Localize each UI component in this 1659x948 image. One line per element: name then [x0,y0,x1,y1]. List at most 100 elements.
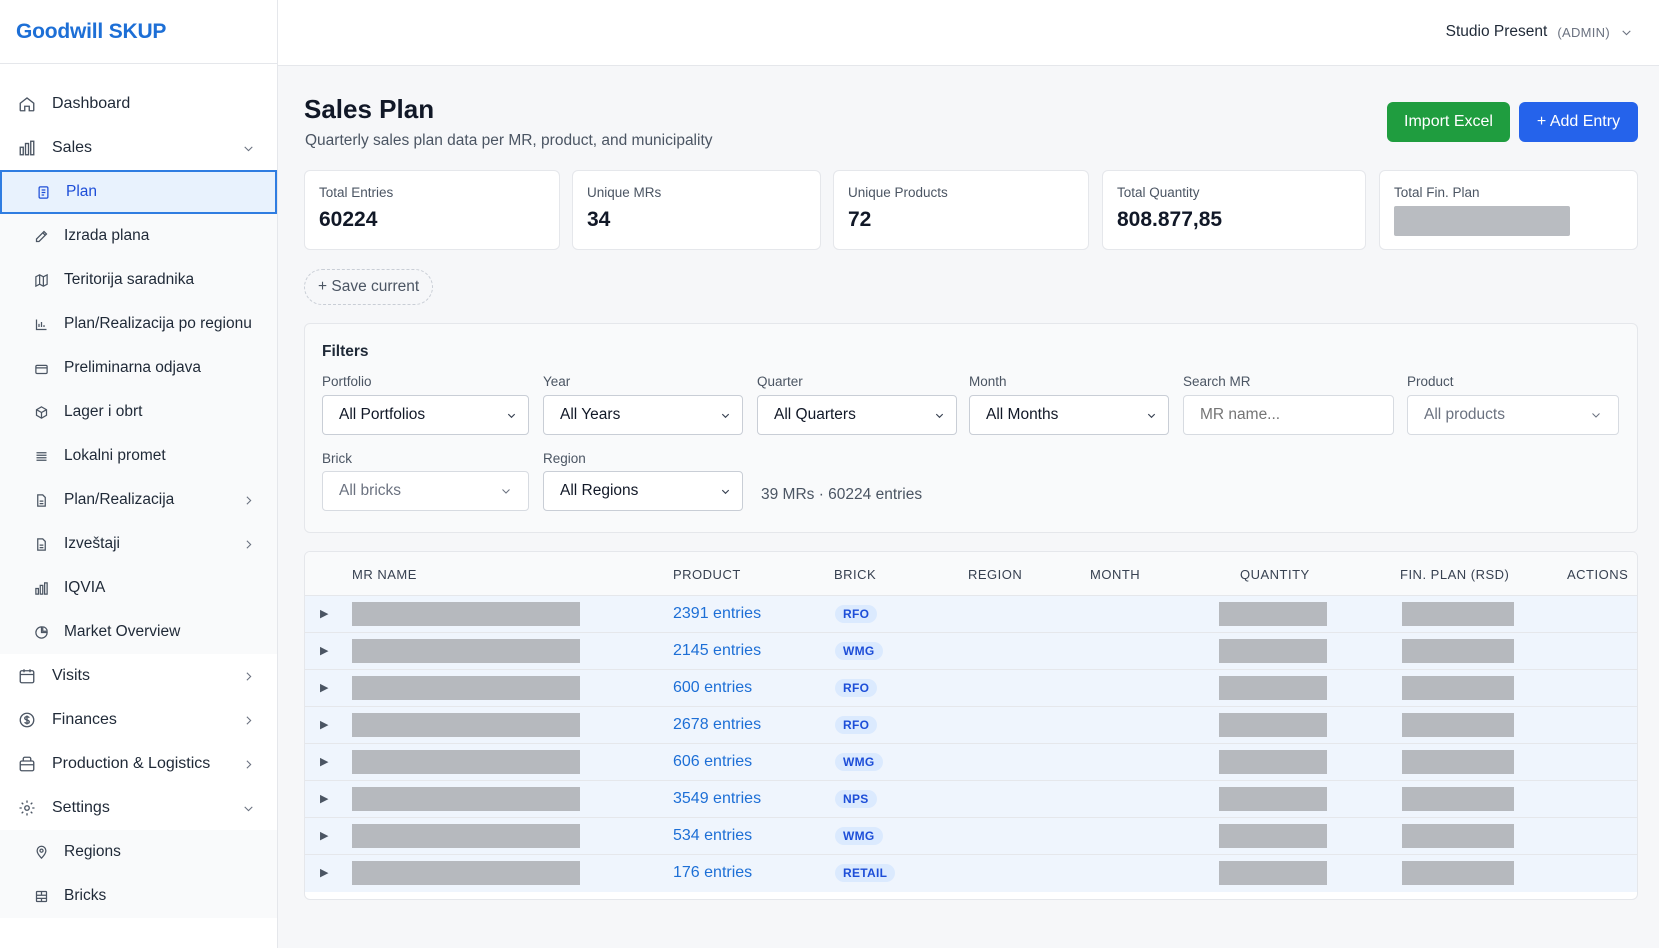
column-header-brick[interactable]: BRICK [834,567,876,582]
redacted-fin-plan [1402,676,1514,700]
sidebar-item-plan[interactable]: Plan [0,170,277,214]
sidebar-item-market-overview[interactable]: Market Overview [0,610,277,654]
table-row[interactable]: ▶ 176 entries RETAIL [305,855,1637,892]
chevron-right-icon [241,713,255,727]
expand-arrow-icon[interactable]: ▶ [320,792,328,805]
sidebar-item-plan-realizacija[interactable]: Plan/Realizacija [0,478,277,522]
table-row[interactable]: ▶ 2145 entries WMG [305,633,1637,670]
sidebar-item-regions[interactable]: Regions [0,830,277,874]
portfolio-select[interactable]: All Portfolios [322,395,529,435]
redacted-fin-plan [1402,602,1514,626]
stat-card-total-fin-plan: Total Fin. Plan [1379,170,1638,250]
table-row[interactable]: ▶ 600 entries RFO [305,670,1637,707]
sidebar-item-teritorija-saradnika[interactable]: Teritorija saradnika [0,258,277,302]
top-bar: Studio Present (ADMIN) [278,0,1659,66]
column-header-product[interactable]: PRODUCT [673,567,741,582]
sidebar-item-sales[interactable]: Sales [0,126,277,170]
sidebar-item-label: Plan/Realizacija [64,491,175,508]
product-entries-link[interactable]: 176 entries [673,864,752,882]
expand-arrow-icon[interactable]: ▶ [320,829,328,842]
sidebar-item-preliminarna-odjava[interactable]: Preliminarna odjava [0,346,277,390]
product-value: All products [1424,406,1505,423]
column-header-fin-plan[interactable]: FIN. PLAN (RSD) [1400,567,1509,582]
sidebar-item-label: Lokalni promet [64,447,166,464]
stat-value: 808.877,85 [1117,208,1223,231]
expand-arrow-icon[interactable]: ▶ [320,866,328,879]
main-content: Sales Plan Quarterly sales plan data per… [278,66,1659,948]
expand-arrow-icon[interactable]: ▶ [320,718,328,731]
product-entries-link[interactable]: 534 entries [673,827,752,845]
month-value: All Months [986,406,1059,423]
sidebar: Goodwill SKUP Dashboard Sales Plan Izrad… [0,0,278,948]
month-label: Month [969,374,1007,389]
bar-chart-icon [32,579,50,597]
brick-badge: RFO [835,679,878,697]
column-header-quantity[interactable]: QUANTITY [1240,567,1310,582]
redacted-fin-plan [1402,750,1514,774]
sidebar-item-dashboard[interactable]: Dashboard [0,82,277,126]
year-label: Year [543,374,571,389]
column-header-mr-name[interactable]: MR NAME [352,567,417,582]
stat-label: Total Quantity [1117,185,1200,200]
sidebar-item-label: Finances [52,711,117,728]
product-entries-link[interactable]: 2145 entries [673,642,761,660]
table-row[interactable]: ▶ 2678 entries RFO [305,707,1637,744]
expand-arrow-icon[interactable]: ▶ [320,644,328,657]
redacted-value [1394,206,1570,236]
expand-arrow-icon[interactable]: ▶ [320,681,328,694]
region-select[interactable]: All Regions [543,471,743,511]
import-excel-button[interactable]: Import Excel [1387,102,1510,142]
region-label: Region [543,451,586,466]
sidebar-item-lokalni-promet[interactable]: Lokalni promet [0,434,277,478]
column-header-month[interactable]: MONTH [1090,567,1140,582]
sidebar-item-settings[interactable]: Settings [0,786,277,830]
product-entries-link[interactable]: 2391 entries [673,605,761,623]
brick-select[interactable]: All bricks [322,471,529,511]
product-entries-link[interactable]: 606 entries [673,753,752,771]
product-entries-link[interactable]: 600 entries [673,679,752,697]
brick-label: Brick [322,451,352,466]
table-row[interactable]: ▶ 534 entries WMG [305,818,1637,855]
table-row[interactable]: ▶ 2391 entries RFO [305,596,1637,633]
year-select[interactable]: All Years [543,395,743,435]
chevron-down-icon [720,409,732,421]
user-menu[interactable]: Studio Present (ADMIN) [1446,0,1633,64]
sidebar-item-izvestaji[interactable]: Izveštaji [0,522,277,566]
search-mr-input[interactable] [1183,395,1394,435]
product-entries-link[interactable]: 2678 entries [673,716,761,734]
month-select[interactable]: All Months [969,395,1169,435]
product-entries-link[interactable]: 3549 entries [673,790,761,808]
sales-plan-table: MR NAME PRODUCT BRICK REGION MONTH QUANT… [304,551,1638,900]
chevron-down-icon [506,409,518,421]
save-current-button[interactable]: + Save current [304,269,434,305]
stat-value: 60224 [319,208,378,231]
table-row[interactable]: ▶ 606 entries WMG [305,744,1637,781]
redacted-quantity [1219,713,1327,737]
product-select[interactable]: All products [1407,395,1619,435]
sidebar-item-izrada-plana[interactable]: Izrada plana [0,214,277,258]
table-row[interactable]: ▶ 3549 entries NPS [305,781,1637,818]
sidebar-item-lager-i-obrt[interactable]: Lager i obrt [0,390,277,434]
brick-badge: WMG [835,827,883,845]
sidebar-item-visits[interactable]: Visits [0,654,277,698]
chevron-down-icon [720,485,732,497]
sidebar-item-bricks[interactable]: Bricks [0,874,277,918]
redacted-fin-plan [1402,787,1514,811]
product-label: Product [1407,374,1454,389]
expand-arrow-icon[interactable]: ▶ [320,607,328,620]
page-subtitle: Quarterly sales plan data per MR, produc… [305,132,713,149]
chevron-right-icon [241,669,255,683]
sidebar-item-label: IQVIA [64,579,106,596]
expand-arrow-icon[interactable]: ▶ [320,755,328,768]
sidebar-item-production-logistics[interactable]: Production & Logistics [0,742,277,786]
quarter-select[interactable]: All Quarters [757,395,957,435]
column-header-region[interactable]: REGION [968,567,1022,582]
box-icon [32,359,50,377]
add-entry-button[interactable]: + Add Entry [1519,102,1638,142]
sidebar-item-iqvia[interactable]: IQVIA [0,566,277,610]
sidebar-item-plan-realizacija-po-regionu[interactable]: Plan/Realizacija po regionu [0,302,277,346]
brand[interactable]: Goodwill SKUP [0,0,277,64]
calendar-icon [16,665,38,687]
sidebar-item-finances[interactable]: Finances [0,698,277,742]
chevron-down-icon [241,801,255,815]
